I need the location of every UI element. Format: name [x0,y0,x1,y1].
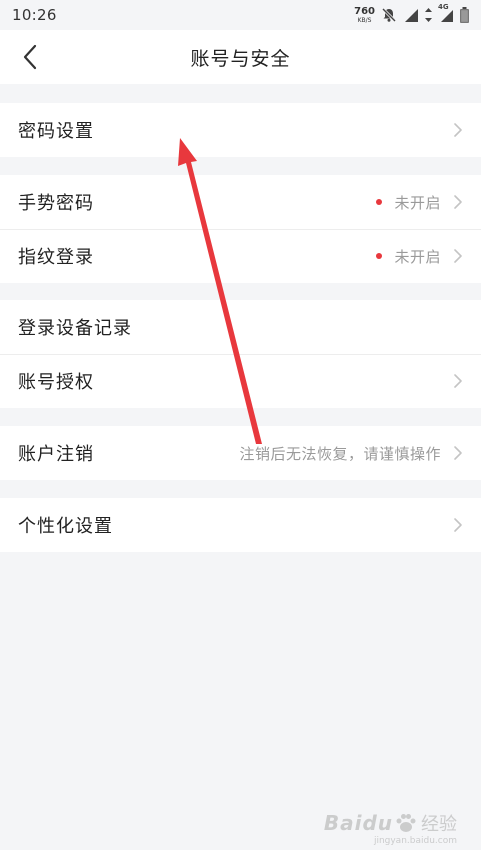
status-bar: 10:26 760 KB/S 4G [0,0,481,30]
setting-row-label: 账号授权 [18,372,94,393]
setting-row-label: 登录设备记录 [18,318,132,339]
setting-row-account-cancellation[interactable]: 账户注销 注销后无法恢复，请谨慎操作 [0,426,481,480]
status-icons: 760 KB/S 4G [354,3,469,24]
setting-row-account-authorization[interactable]: 账号授权 [0,354,481,408]
setting-row-value: 未开启 [394,247,441,266]
watermark-jingyan: 经验 [421,814,457,835]
chevron-left-icon [23,44,37,70]
settings-group-devices: 登录设备记录 账号授权 [0,300,481,408]
watermark-domain: jingyan.baidu.com [373,836,457,846]
chevron-right-icon [454,518,462,532]
setting-row-label: 密码设置 [18,121,94,142]
cell-signal: 4G [438,3,454,23]
settings-group-personalization: 个性化设置 [0,498,481,552]
setting-row-login-devices[interactable]: 登录设备记录 [0,300,481,354]
setting-row-value: 注销后无法恢复，请谨慎操作 [239,444,441,463]
setting-row-label: 指纹登录 [18,247,94,268]
chevron-right-icon [454,446,462,460]
setting-row-password[interactable]: 密码设置 [0,103,481,157]
setting-row-label: 账户注销 [18,444,94,465]
chevron-right-icon [454,195,462,209]
chevron-right-icon [454,249,462,263]
setting-row-label: 个性化设置 [18,516,113,537]
settings-group-biometric: 手势密码 未开启 指纹登录 未开启 [0,175,481,283]
net-speed-unit: KB/S [357,16,372,24]
watermark-logo: Baidu [323,811,393,835]
setting-row-value: 未开启 [394,193,441,212]
status-time: 10:26 [12,6,57,24]
mute-bell-icon [381,7,397,23]
chevron-right-icon [454,374,462,388]
network-type: 4G [438,3,449,11]
paw-icon [396,814,416,832]
chevron-right-icon [454,123,462,137]
status-dot [376,253,383,259]
net-speed: 760 KB/S [354,5,375,24]
setting-row-label: 手势密码 [18,193,94,214]
nav-bar: 账号与安全 [0,30,481,84]
setting-row-fingerprint-login[interactable]: 指纹登录 未开启 [0,229,481,283]
settings-group-cancellation: 账户注销 注销后无法恢复，请谨慎操作 [0,426,481,480]
wifi-signal-icon [405,9,418,22]
page-title: 账号与安全 [190,47,291,70]
data-arrows-icon [425,8,432,22]
baidu-jingyan-watermark: Baidu 经验 jingyan.baidu.com [323,810,457,846]
setting-row-personalization[interactable]: 个性化设置 [0,498,481,552]
status-dot [376,199,383,205]
setting-row-gesture-password[interactable]: 手势密码 未开启 [0,175,481,229]
back-button[interactable] [14,41,46,73]
net-speed-value: 760 [354,5,375,17]
settings-group-password: 密码设置 [0,103,481,157]
battery-icon [460,7,469,23]
